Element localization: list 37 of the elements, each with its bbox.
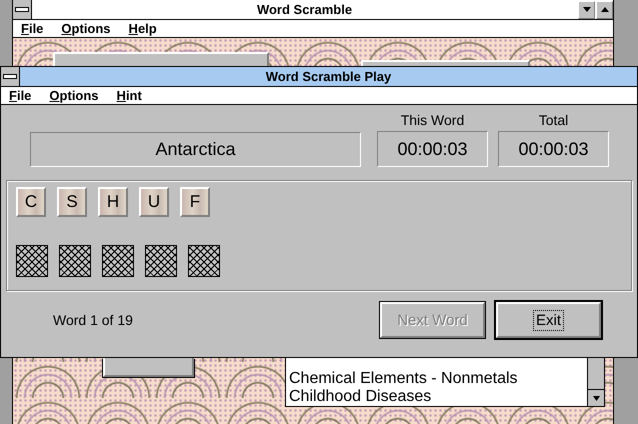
letter-tile[interactable]: H	[98, 187, 128, 217]
empty-slot[interactable]	[16, 245, 48, 277]
menu-item[interactable]: Help	[128, 21, 157, 36]
empty-slot[interactable]	[188, 245, 220, 277]
list-item[interactable]: Childhood Diseases	[289, 388, 587, 406]
scrollbar[interactable]	[587, 358, 604, 406]
system-menu-button[interactable]	[13, 0, 32, 19]
letter-tile[interactable]: F	[180, 187, 210, 217]
letter-tile[interactable]: S	[57, 187, 87, 217]
timer-label: Total	[538, 112, 568, 128]
list-box[interactable]: Chemical Elements - Nonmetals Childhood Diseases	[285, 358, 605, 407]
word-display: Antarctica	[30, 132, 361, 167]
button[interactable]	[103, 358, 194, 377]
empty-slot[interactable]	[59, 245, 91, 277]
minimize-button[interactable]	[578, 0, 595, 18]
timer-display: 00:00:03	[498, 131, 609, 167]
push-button[interactable]: Exit	[496, 302, 601, 338]
menu-item[interactable]: Options	[49, 88, 99, 103]
maximize-button[interactable]	[596, 0, 613, 18]
down-arrow-icon	[592, 396, 600, 400]
menu-item[interactable]: Hint	[116, 88, 142, 103]
timer-display: 00:00:03	[377, 131, 488, 167]
letter-tile[interactable]: C	[16, 187, 46, 217]
window-title: Word Scramble Play	[264, 69, 392, 84]
menu-item[interactable]: File	[21, 21, 44, 36]
menu-item[interactable]: File	[9, 88, 32, 103]
up-arrow-icon	[600, 7, 608, 12]
empty-slot[interactable]	[145, 245, 177, 277]
empty-slot[interactable]	[102, 245, 134, 277]
timer-label: This Word	[400, 112, 464, 128]
word-counter: Word 1 of 19	[53, 312, 133, 328]
down-arrow-icon	[582, 7, 590, 12]
system-menu-button[interactable]	[1, 67, 20, 86]
window-title: Word Scramble	[256, 2, 354, 17]
list-item[interactable]: Chemical Elements - Nonmetals	[289, 370, 587, 388]
letter-tile[interactable]: U	[139, 187, 169, 217]
menu-item[interactable]: Options	[61, 21, 111, 36]
